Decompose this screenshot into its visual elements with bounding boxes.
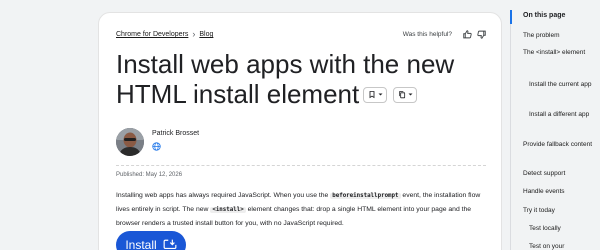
published-date: Published: May 12, 2026 <box>116 172 183 178</box>
copy-button[interactable] <box>393 86 418 103</box>
author-name[interactable]: Patrick Brosset <box>152 130 199 137</box>
intro-text-1: Installing web apps has always required … <box>116 192 331 199</box>
toc-item-install-different-app[interactable]: Install a different app <box>529 109 600 120</box>
install-button[interactable]: Install <box>116 231 186 250</box>
feedback-widget: Was this helpful? <box>403 30 486 39</box>
bookmark-icon <box>369 91 375 99</box>
breadcrumb-link-blog[interactable]: Blog <box>199 31 213 38</box>
intro-paragraph: Installing web apps has always required … <box>116 189 490 231</box>
thumb-up-icon[interactable] <box>463 30 472 39</box>
inline-code-beforeinstallprompt: beforeinstallprompt <box>330 193 401 199</box>
toc-item-install-element[interactable]: The <install> element <box>523 47 595 58</box>
article-card: Chrome for Developers › Blog Was this he… <box>98 12 502 250</box>
copy-icon <box>399 91 405 99</box>
breadcrumb-link-chrome-for-developers[interactable]: Chrome for Developers <box>116 31 188 38</box>
page-title: Install web apps with the new HTML insta… <box>116 49 476 109</box>
chevron-down-icon <box>378 93 383 96</box>
author-block: Patrick Brosset <box>116 128 416 160</box>
chevron-down-icon <box>408 93 413 96</box>
toc-item-try-it-today[interactable]: Try it today <box>523 205 595 216</box>
toc-item-test-on-your[interactable]: Test on your <box>529 241 600 250</box>
title-tools <box>363 86 418 103</box>
article-topbar: Chrome for Developers › Blog Was this he… <box>116 29 486 45</box>
feedback-label: Was this helpful? <box>402 31 452 38</box>
install-button-label: Install <box>125 238 157 250</box>
divider <box>116 165 486 166</box>
inline-code-install-element: <install> <box>210 207 246 214</box>
breadcrumb: Chrome for Developers › Blog <box>116 29 213 39</box>
toc-item-the-problem[interactable]: The problem <box>523 30 595 41</box>
toc-item-test-locally[interactable]: Test locally <box>529 223 600 234</box>
avatar[interactable] <box>116 128 144 156</box>
toc-item-fallback-content[interactable]: Provide fallback content <box>523 139 595 150</box>
toc-item-handle-events[interactable]: Handle events <box>523 186 595 197</box>
toc-active-indicator <box>510 10 512 24</box>
install-icon <box>163 239 177 250</box>
toc-rail <box>510 10 511 250</box>
globe-icon[interactable] <box>152 142 161 151</box>
bookmark-button[interactable] <box>363 86 388 103</box>
table-of-contents: On this page The problem The <install> e… <box>510 0 600 250</box>
toc-item-detect-support[interactable]: Detect support <box>523 168 595 179</box>
thumb-down-icon[interactable] <box>477 30 486 39</box>
toc-item-install-current-app[interactable]: Install the current app <box>529 79 600 90</box>
chevron-right-icon: › <box>192 29 196 39</box>
toc-heading: On this page <box>523 12 566 19</box>
